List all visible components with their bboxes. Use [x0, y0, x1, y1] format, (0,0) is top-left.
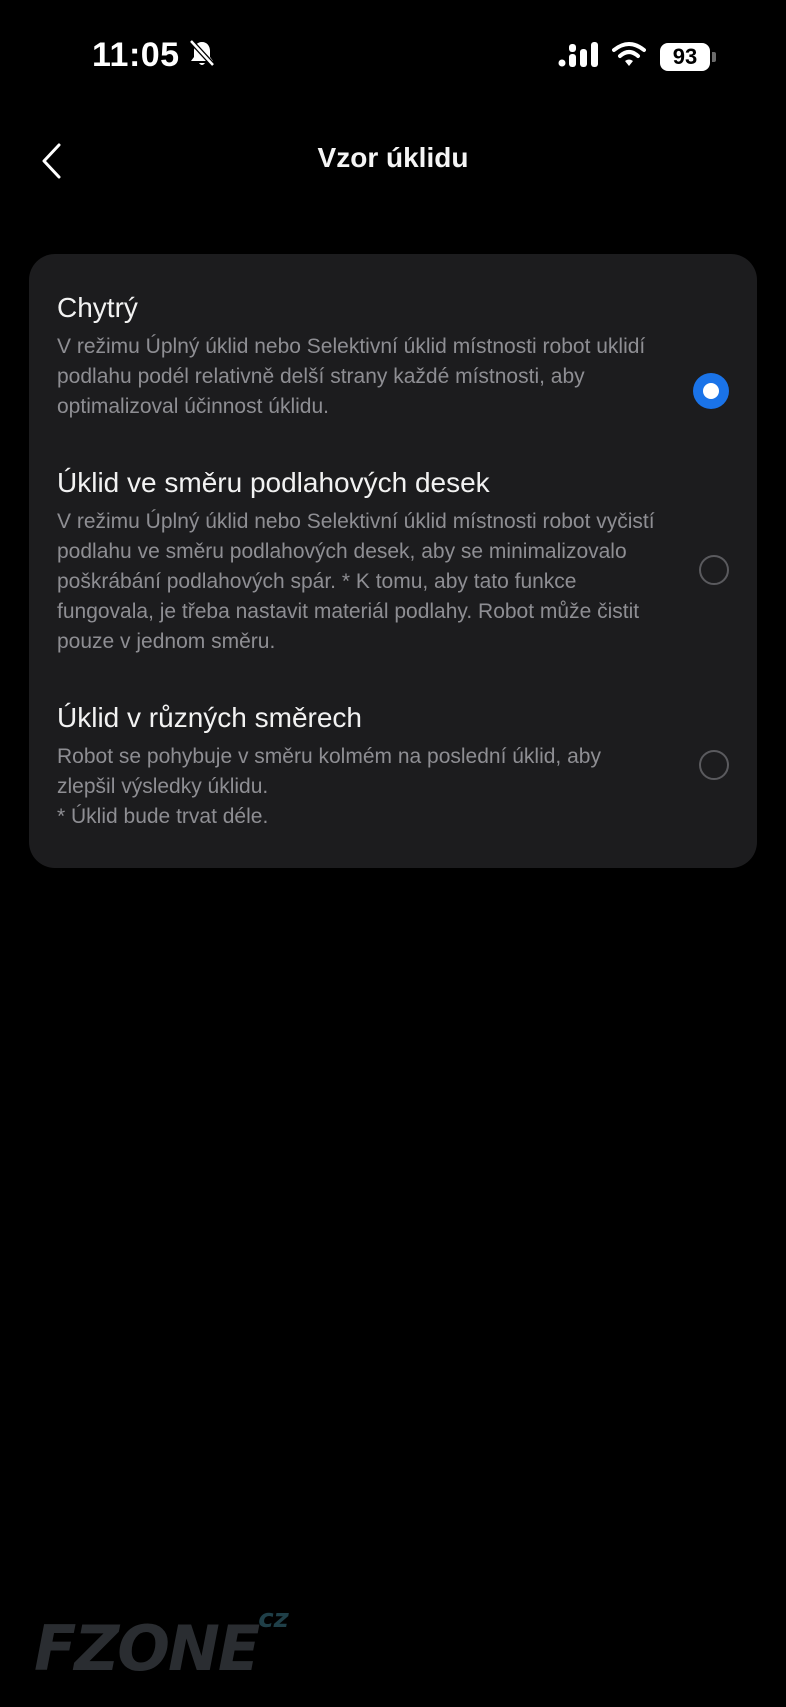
option-description: V režimu Úplný úklid nebo Selektivní úkl…: [57, 335, 646, 418]
status-icons: 93: [558, 40, 716, 73]
battery-level: 93: [660, 42, 710, 71]
radio-unselected[interactable]: [699, 750, 729, 780]
watermark-suffix: cz: [258, 1604, 289, 1634]
cleaning-pattern-card: Chytrý V režimu Úplný úklid nebo Selekti…: [29, 254, 757, 868]
radio-selected[interactable]: [693, 373, 729, 409]
status-bar: 11:05 93: [0, 0, 786, 110]
battery-cap: [712, 51, 716, 62]
option-title: Chytrý: [57, 292, 138, 323]
wifi-icon: [612, 41, 646, 72]
watermark-text: FZONE: [34, 1612, 260, 1685]
option-description: V režimu Úplný úklid nebo Selektivní úkl…: [57, 510, 655, 653]
option-title: Úklid v různých směrech: [57, 702, 362, 733]
option-title: Úklid ve směru podlahových desek: [57, 467, 490, 498]
header: Vzor úklidu: [0, 120, 786, 202]
status-time: 11:05: [92, 36, 180, 74]
page-title: Vzor úklidu: [317, 142, 469, 173]
status-time-group: 11:05: [92, 36, 216, 75]
signal-icon: [558, 40, 598, 73]
option-description-line: Robot se pohybuje v směru kolmém na posl…: [57, 745, 601, 798]
option-floorboard-direction[interactable]: Úklid ve směru podlahových desek V režim…: [57, 465, 729, 657]
fzone-watermark-logo: FZONEcz: [34, 1604, 289, 1685]
option-description-note: * Úklid bude trvat déle.: [57, 805, 269, 828]
option-description: Robot se pohybuje v směru kolmém na posl…: [57, 742, 657, 832]
option-smart[interactable]: Chytrý V režimu Úplný úklid nebo Selekti…: [57, 290, 729, 422]
bell-slash-icon: [188, 38, 216, 73]
radio-unselected[interactable]: [699, 555, 729, 585]
radio-dot: [703, 383, 719, 399]
battery-icon: 93: [660, 42, 716, 71]
option-multiple-directions[interactable]: Úklid v různých směrech Robot se pohybuj…: [57, 700, 729, 832]
